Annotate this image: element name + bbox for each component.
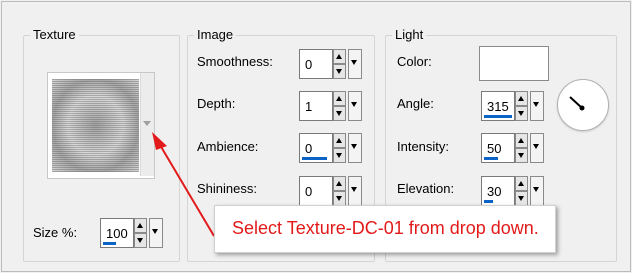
size-dropdown-button[interactable] [149,218,163,248]
chevron-down-icon [143,121,151,126]
ambience-level-bar [302,157,327,160]
shininess-down-button[interactable] [333,191,346,206]
intensity-dropdown-button[interactable] [530,133,544,163]
up-arrow-icon [336,138,342,143]
down-arrow-icon [336,111,342,116]
shininess-field[interactable]: 0 [299,176,333,206]
depth-dropdown-button[interactable] [348,91,362,121]
shininess-up-button[interactable] [333,176,346,191]
intensity-up-button[interactable] [515,133,528,148]
dial-needle-icon [569,96,585,111]
depth-down-button[interactable] [333,106,346,121]
size-up-button[interactable] [134,218,147,233]
elevation-up-button[interactable] [515,176,528,191]
angle-down-button[interactable] [515,106,528,121]
angle-level-bar [484,115,512,118]
intensity-down-button[interactable] [515,148,528,163]
image-legend: Image [194,27,237,43]
up-arrow-icon [137,223,143,228]
smoothness-field[interactable]: 0 [299,49,333,79]
chevron-down-icon [351,144,357,149]
down-arrow-icon [137,238,143,243]
ambience-label: Ambience: [197,139,259,154]
shininess-label: Shininess: [197,181,257,196]
down-arrow-icon [518,153,524,158]
intensity-label: Intensity: [397,139,450,154]
up-arrow-icon [336,181,342,186]
up-arrow-icon [518,96,524,101]
light-legend: Light [392,27,427,43]
texture-dropdown-button[interactable] [140,73,154,176]
chevron-down-icon [351,102,357,107]
depth-field[interactable]: 1 [299,91,333,121]
size-label: Size %: [33,225,78,240]
elevation-label: Elevation: [397,181,455,196]
texture-preview [52,79,139,172]
smoothness-down-button[interactable] [333,64,346,79]
ambience-up-button[interactable] [333,133,346,148]
chevron-down-icon [351,60,357,65]
chevron-down-icon [152,229,158,234]
angle-up-button[interactable] [515,91,528,106]
angle-dropdown-button[interactable] [530,91,544,121]
texture-picker[interactable] [47,72,155,179]
size-down-button[interactable] [134,233,147,248]
depth-up-button[interactable] [333,91,346,106]
light-angle-dial[interactable] [557,79,609,131]
angle-field[interactable]: 315 [481,91,515,121]
smoothness-label: Smoothness: [197,54,273,69]
down-arrow-icon [336,196,342,201]
elevation-dropdown-button[interactable] [530,176,544,206]
smoothness-up-button[interactable] [333,49,346,64]
ambience-down-button[interactable] [333,148,346,163]
up-arrow-icon [336,96,342,101]
up-arrow-icon [518,181,524,186]
elevation-level-bar [484,200,493,203]
up-arrow-icon [336,54,342,59]
ambience-dropdown-button[interactable] [348,133,362,163]
elevation-down-button[interactable] [515,191,528,206]
chevron-down-icon [533,144,539,149]
chevron-down-icon [533,102,539,107]
annotation-text: Select Texture-DC-01 from drop down. [232,218,539,238]
intensity-level-bar [484,157,498,160]
down-arrow-icon [518,111,524,116]
down-arrow-icon [336,69,342,74]
chevron-down-icon [351,187,357,192]
ambience-field[interactable]: 0 [299,133,333,163]
depth-label: Depth: [197,96,236,111]
size-level-bar [103,242,116,245]
size-field[interactable]: 100 [100,218,134,248]
elevation-field[interactable]: 30 [481,176,515,206]
up-arrow-icon [518,138,524,143]
chevron-down-icon [533,187,539,192]
texture-legend: Texture [30,27,79,43]
light-color-swatch[interactable] [479,46,549,81]
shininess-dropdown-button[interactable] [348,176,362,206]
down-arrow-icon [518,196,524,201]
intensity-field[interactable]: 50 [481,133,515,163]
down-arrow-icon [336,153,342,158]
color-label: Color: [397,54,432,69]
angle-label: Angle: [397,96,434,111]
annotation-callout: Select Texture-DC-01 from drop down. [214,205,556,253]
smoothness-dropdown-button[interactable] [348,49,362,79]
